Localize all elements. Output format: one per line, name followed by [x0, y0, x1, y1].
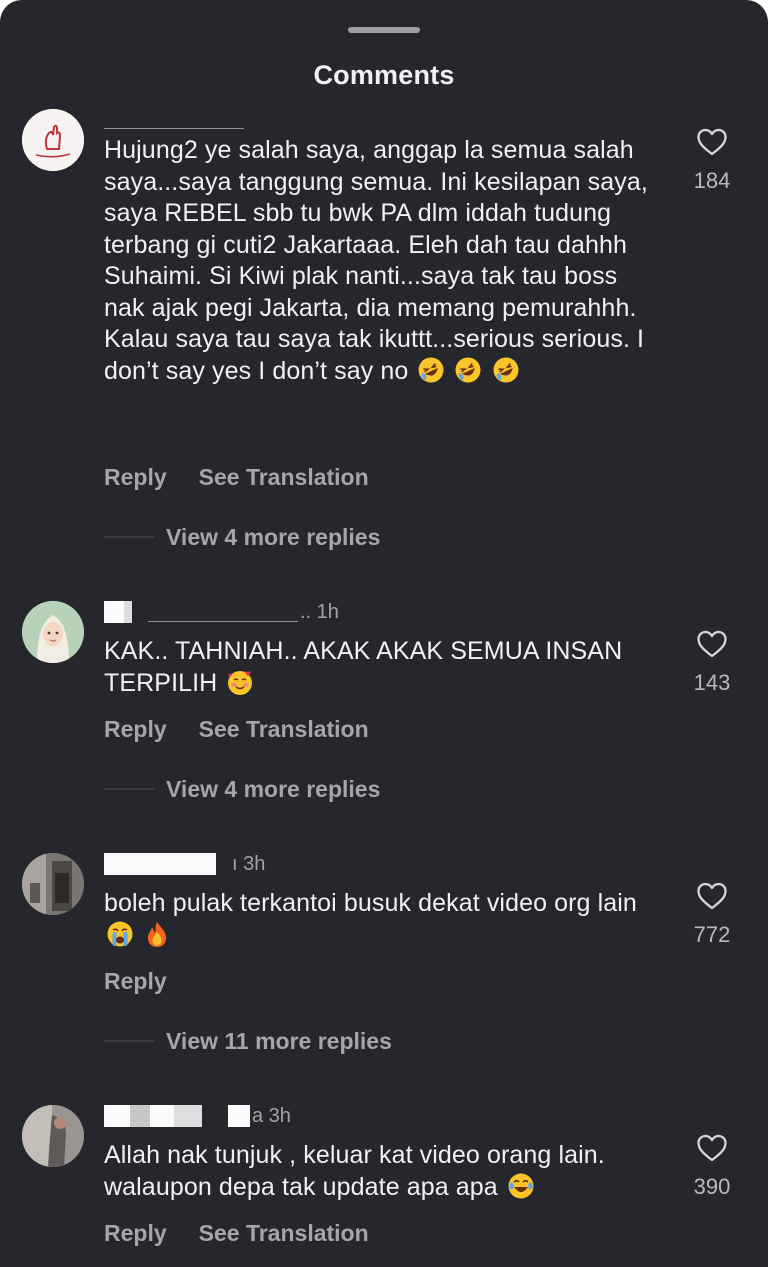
like-button[interactable]: 390 — [680, 1133, 744, 1200]
like-count: 184 — [693, 168, 731, 193]
rolling-laughing-emoji — [454, 356, 482, 384]
like-button[interactable]: 772 — [680, 881, 744, 948]
comment-actions: Reply See Translation — [104, 1220, 369, 1247]
heart-icon[interactable] — [696, 1133, 728, 1163]
view-replies-button[interactable]: View 11 more replies — [104, 1028, 392, 1054]
like-count: 772 — [693, 922, 731, 947]
comment-text-content: KAK.. TAHNIAH.. AKAK AKAK SEMUA INSAN TE… — [104, 637, 623, 697]
username-redacted[interactable]: ı 3h — [104, 853, 265, 875]
comment-text-content: Hujung2 ye salah saya, anggap la semua s… — [104, 136, 648, 385]
rolling-laughing-emoji — [492, 356, 520, 384]
comment-text: KAK.. TAHNIAH.. AKAK AKAK SEMUA INSAN TE… — [104, 636, 664, 699]
replies-divider — [104, 788, 154, 790]
see-translation-button[interactable]: See Translation — [199, 1220, 369, 1247]
comment-actions: Reply See Translation — [104, 464, 369, 491]
comment-meta: ı 3h — [232, 852, 266, 875]
fire-emoji — [143, 920, 171, 948]
drag-handle[interactable] — [348, 27, 420, 33]
comment-actions: Reply — [104, 968, 167, 995]
view-replies-label: View 4 more replies — [166, 523, 381, 550]
comment-text: boleh pulak terkantoi busuk dekat video … — [104, 888, 664, 951]
view-replies-button[interactable]: View 4 more replies — [104, 776, 380, 802]
reply-button[interactable]: Reply — [104, 464, 167, 491]
comments-sheet: Comments Hujung2 ye salah saya, anggap l… — [0, 0, 768, 1267]
like-button[interactable]: 143 — [680, 629, 744, 696]
comment-meta: .. 1h — [300, 600, 339, 623]
heart-icon[interactable] — [696, 127, 728, 157]
loudly-crying-emoji — [106, 920, 134, 948]
comment-meta: a 3h — [252, 1104, 291, 1127]
tears-of-joy-emoji — [507, 1172, 535, 1200]
avatar[interactable] — [22, 109, 84, 171]
comment-text: Hujung2 ye salah saya, anggap la semua s… — [104, 135, 664, 387]
sheet-title: Comments — [313, 60, 455, 90]
username-redacted[interactable]: .. 1h — [104, 601, 339, 623]
username-redacted[interactable]: a 3h — [104, 1105, 291, 1127]
view-replies-label: View 11 more replies — [166, 1027, 392, 1054]
avatar[interactable] — [22, 601, 84, 663]
heart-icon[interactable] — [696, 629, 728, 659]
view-replies-button[interactable]: View 4 more replies — [104, 524, 380, 550]
see-translation-button[interactable]: See Translation — [199, 464, 369, 491]
replies-divider — [104, 1040, 154, 1042]
comment-text: Allah nak tunjuk , keluar kat video oran… — [104, 1140, 664, 1203]
like-count: 390 — [693, 1174, 731, 1199]
username-redacted[interactable] — [104, 108, 244, 130]
comment-actions: Reply See Translation — [104, 716, 369, 743]
reply-button[interactable]: Reply — [104, 968, 167, 995]
replies-divider — [104, 536, 154, 538]
avatar[interactable] — [22, 853, 84, 915]
reply-button[interactable]: Reply — [104, 1220, 167, 1247]
smiling-hearts-emoji — [226, 668, 254, 696]
avatar[interactable] — [22, 1105, 84, 1167]
like-count: 143 — [693, 670, 731, 695]
rolling-laughing-emoji — [417, 356, 445, 384]
view-replies-label: View 4 more replies — [166, 775, 381, 802]
heart-icon[interactable] — [696, 881, 728, 911]
like-button[interactable]: 184 — [680, 127, 744, 194]
reply-button[interactable]: Reply — [104, 716, 167, 743]
comment-text-content: boleh pulak terkantoi busuk dekat video … — [104, 889, 637, 917]
see-translation-button[interactable]: See Translation — [199, 716, 369, 743]
